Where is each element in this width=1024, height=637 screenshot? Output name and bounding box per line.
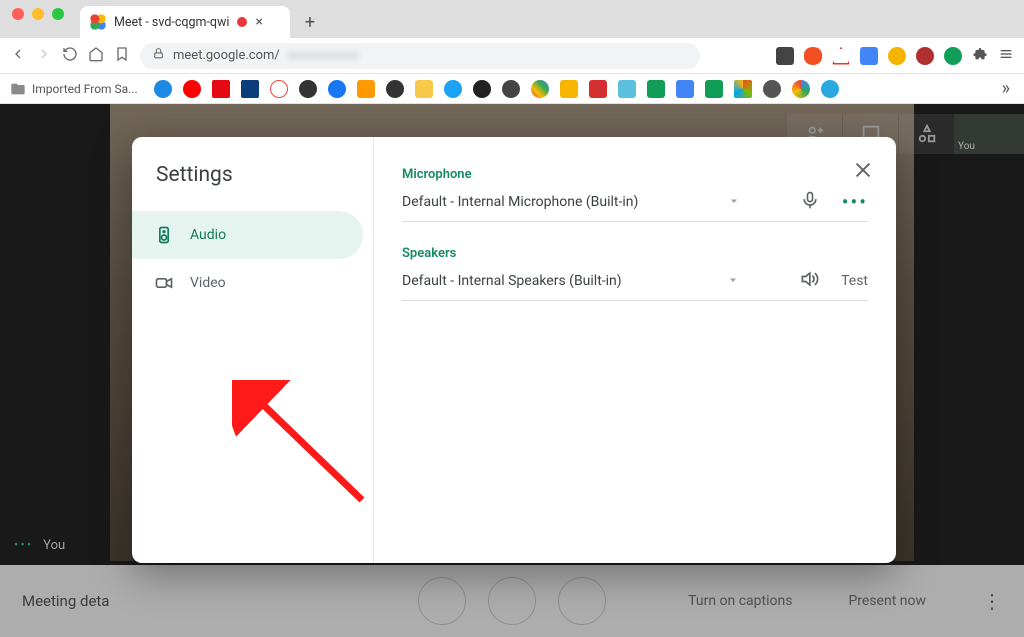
bm-n-icon[interactable]: [589, 80, 607, 98]
test-speakers-button[interactable]: Test: [841, 273, 868, 289]
bookmarks-folder-label: Imported From Sa...: [32, 82, 138, 96]
bm-docs-icon[interactable]: [676, 80, 694, 98]
microphone-label: Microphone: [402, 167, 868, 182]
speakers-label: Speakers: [402, 246, 868, 261]
bm-icon-12[interactable]: [473, 80, 491, 98]
settings-main: Microphone Default - Internal Microphone…: [374, 137, 896, 563]
bm-flipkart-icon[interactable]: [415, 80, 433, 98]
meet-area: You ••• You Meeting deta Turn on caption…: [0, 104, 1024, 637]
bm-x-icon[interactable]: [270, 80, 288, 98]
tab-close-icon[interactable]: ×: [255, 14, 262, 30]
ext-circle-yellow-icon[interactable]: [888, 47, 906, 65]
window-maximize-icon[interactable]: [52, 8, 64, 20]
chevron-down-icon: [727, 271, 739, 290]
browser-tab-meet[interactable]: Meet - svd-cqgm-qwi ×: [80, 6, 290, 38]
bm-icon-13[interactable]: [502, 80, 520, 98]
chevron-down-icon: [728, 192, 740, 211]
bm-netflix-icon[interactable]: [212, 80, 230, 98]
window-controls: [12, 0, 64, 38]
ext-circle-red-icon[interactable]: [916, 47, 934, 65]
lock-icon: [152, 47, 165, 64]
address-bar: meet.google.com/ xxxxxxxxxxx: [0, 38, 1024, 74]
extension-row: [776, 46, 1014, 66]
bm-icon-24[interactable]: [821, 80, 839, 98]
settings-tab-audio[interactable]: Audio: [132, 211, 363, 259]
browser-titlebar: Meet - svd-cqgm-qwi × +: [0, 0, 1024, 38]
bm-gmail-icon[interactable]: [531, 80, 549, 98]
new-tab-button[interactable]: +: [296, 8, 324, 36]
tab-audio-label: Audio: [190, 227, 226, 243]
bm-s-icon[interactable]: [618, 80, 636, 98]
nav-forward-icon: [36, 46, 52, 66]
nav-home-icon[interactable]: [88, 46, 104, 66]
bm-hangouts-icon[interactable]: [705, 80, 723, 98]
bm-icon-22[interactable]: [763, 80, 781, 98]
browser-menu-icon[interactable]: [998, 46, 1014, 66]
close-dialog-button[interactable]: [852, 159, 874, 185]
ext-brave-icon[interactable]: [804, 47, 822, 65]
bm-icon-1[interactable]: [154, 80, 172, 98]
bm-icon-15[interactable]: [560, 80, 578, 98]
settings-dialog: Settings Audio Video Microphone Default …: [132, 137, 896, 563]
meet-favicon-icon: [90, 14, 106, 30]
bm-facebook-icon[interactable]: [328, 80, 346, 98]
speakers-value: Default - Internal Speakers (Built-in): [402, 273, 717, 289]
bm-microsoft-icon[interactable]: [734, 80, 752, 98]
tab-video-label: Video: [190, 275, 226, 291]
bookmarks-bar: Imported From Sa... »: [0, 74, 1024, 104]
window-close-icon[interactable]: [12, 8, 24, 20]
bm-icon-9[interactable]: [386, 80, 404, 98]
video-icon: [154, 273, 174, 293]
speaker-icon: [154, 225, 174, 245]
mic-level-icon: [800, 190, 820, 214]
extensions-puzzle-icon[interactable]: [972, 46, 988, 66]
bm-youtube-icon[interactable]: [183, 80, 201, 98]
bm-sheets-icon[interactable]: [647, 80, 665, 98]
url-path-blurred: xxxxxxxxxxx: [288, 48, 359, 63]
microphone-select[interactable]: Default - Internal Microphone (Built-in)…: [402, 182, 868, 222]
bookmarks-overflow-icon[interactable]: »: [1002, 78, 1014, 99]
nav-back-icon[interactable]: [10, 46, 26, 66]
window-minimize-icon[interactable]: [32, 8, 44, 20]
speaker-output-icon: [799, 269, 819, 293]
tab-title: Meet - svd-cqgm-qwi: [114, 15, 229, 30]
ext-translate-icon[interactable]: [860, 47, 878, 65]
settings-tab-video[interactable]: Video: [132, 259, 363, 307]
nav-bookmark-icon[interactable]: [114, 46, 130, 66]
bookmarks-folder[interactable]: Imported From Sa...: [10, 81, 138, 97]
microphone-value: Default - Internal Microphone (Built-in): [402, 194, 718, 210]
bm-icon-4[interactable]: [241, 80, 259, 98]
tab-strip: Meet - svd-cqgm-qwi × +: [80, 0, 324, 38]
recording-indicator-icon: [237, 17, 247, 27]
ext-camera-icon[interactable]: [776, 47, 794, 65]
url-host: meet.google.com/: [173, 48, 280, 63]
bm-globe-icon[interactable]: [299, 80, 317, 98]
settings-title: Settings: [132, 163, 373, 187]
close-icon: [852, 159, 874, 181]
speakers-select[interactable]: Default - Internal Speakers (Built-in) T…: [402, 261, 868, 301]
nav-reload-icon[interactable]: [62, 46, 78, 66]
bm-amazon-icon[interactable]: [357, 80, 375, 98]
bm-twitter-icon[interactable]: [444, 80, 462, 98]
bm-google-icon[interactable]: [792, 80, 810, 98]
settings-sidebar: Settings Audio Video: [132, 137, 374, 563]
ext-grammarly-icon[interactable]: [944, 47, 962, 65]
omnibox[interactable]: meet.google.com/ xxxxxxxxxxx: [140, 43, 700, 69]
ext-triangle-icon[interactable]: [832, 47, 850, 65]
